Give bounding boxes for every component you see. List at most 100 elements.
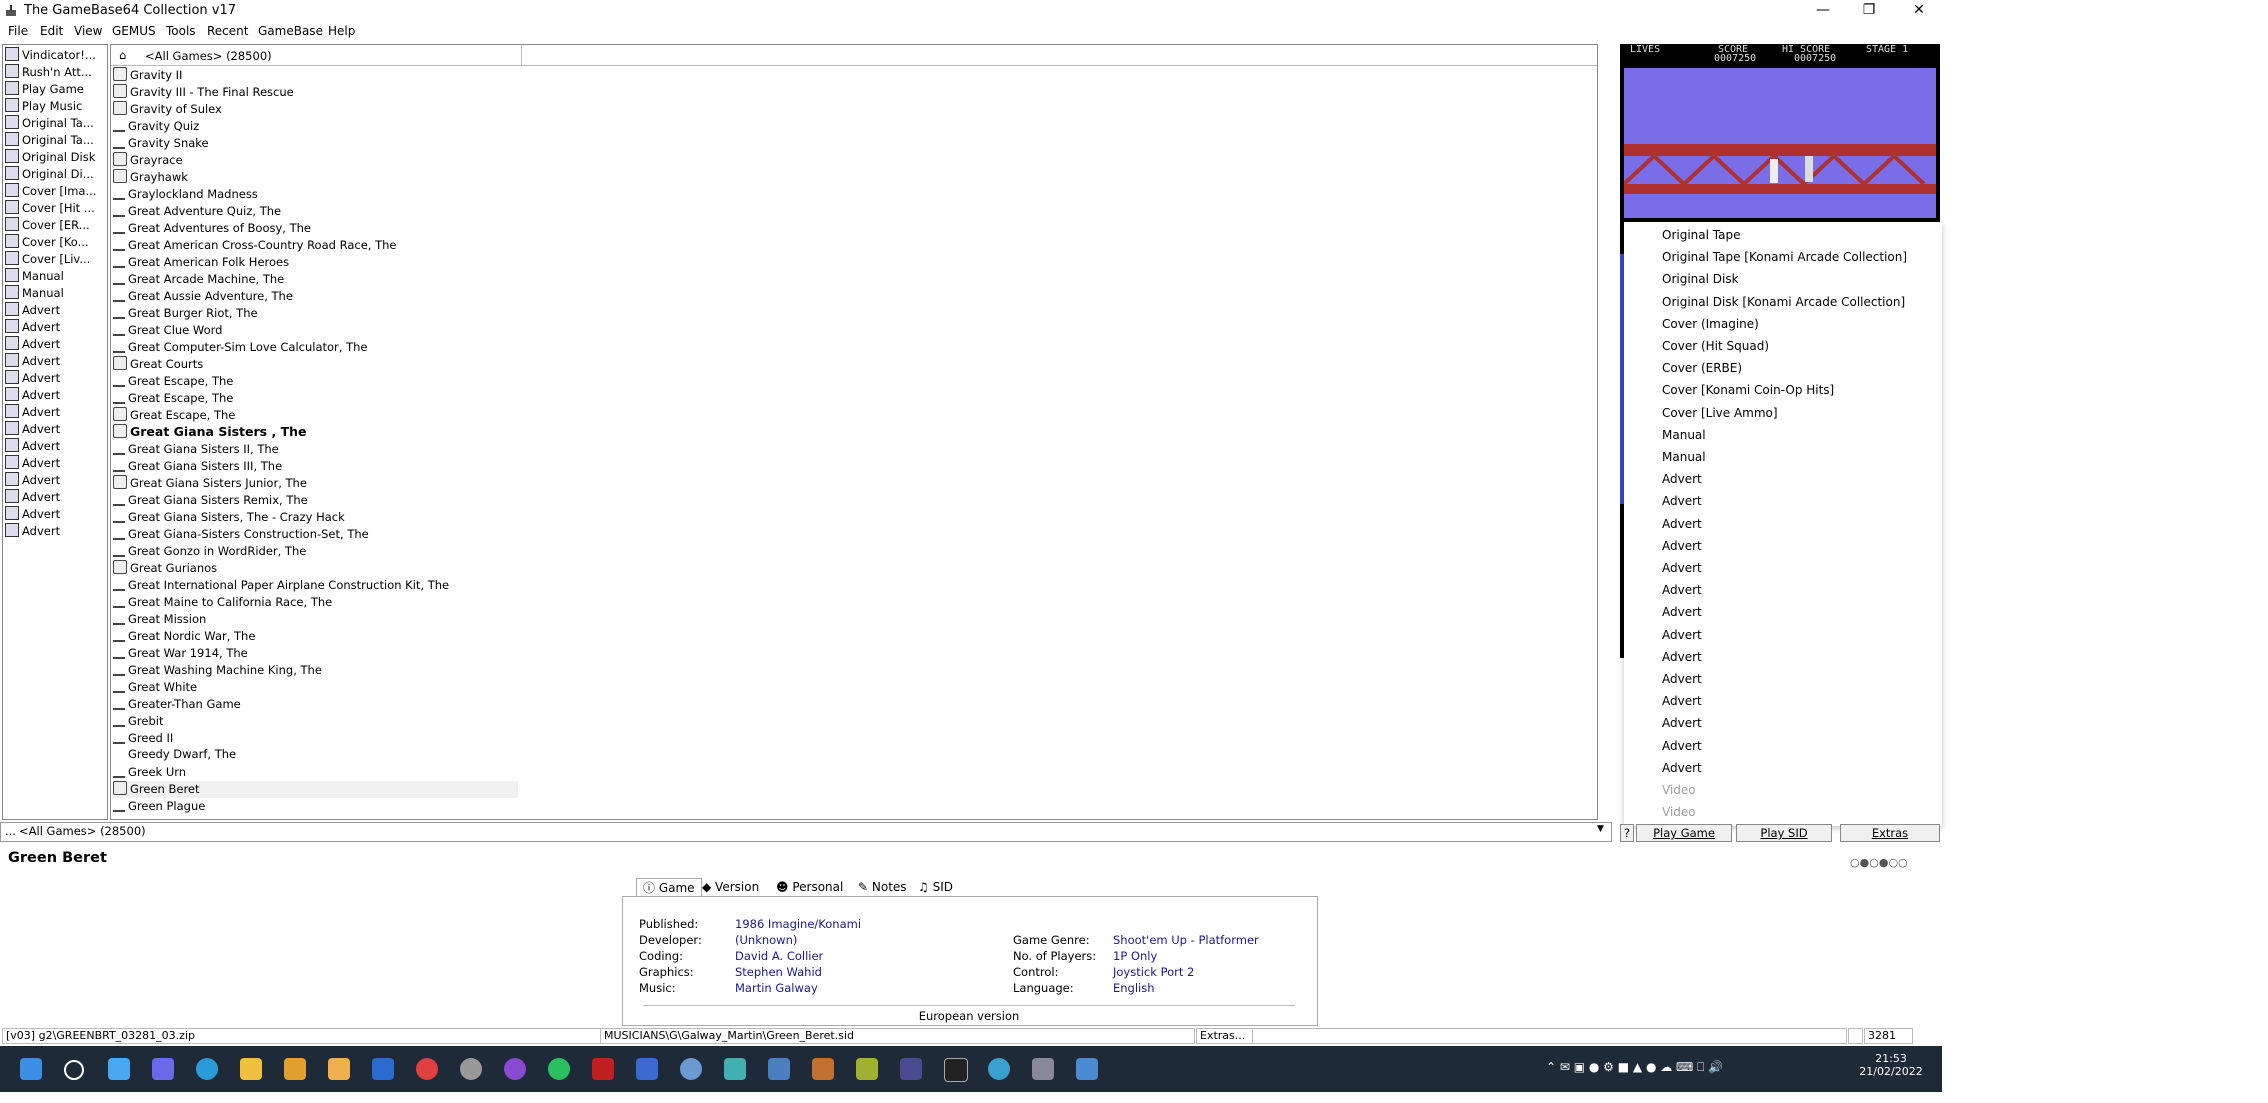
extras-list-item[interactable]: Manual bbox=[5, 268, 64, 285]
play-game-button[interactable]: Play Game bbox=[1636, 824, 1732, 842]
favorite-icon[interactable]: ● bbox=[1879, 856, 1889, 869]
spotify-icon[interactable] bbox=[548, 1058, 570, 1080]
extras-list-item[interactable]: Original Di... bbox=[5, 166, 94, 183]
extras-list-item[interactable]: Play Game bbox=[5, 81, 84, 98]
extras-menu-item[interactable]: Advert bbox=[1662, 624, 1702, 646]
maximize-button[interactable]: ❐ bbox=[1846, 0, 1892, 22]
file-explorer-icon[interactable] bbox=[240, 1058, 262, 1080]
extras-list-item[interactable]: Advert bbox=[5, 387, 60, 404]
search-icon[interactable] bbox=[64, 1060, 84, 1080]
game-row[interactable]: Gravity Snake bbox=[113, 135, 209, 152]
game-row[interactable]: Great Adventures of Boosy, The bbox=[113, 220, 311, 237]
game-row[interactable]: Grebit bbox=[113, 713, 163, 730]
tab-sid[interactable]: ♫ SID bbox=[912, 878, 959, 896]
task-view-icon[interactable] bbox=[108, 1058, 130, 1080]
info-icon[interactable]: ○ bbox=[1888, 856, 1898, 869]
game-row[interactable]: Greedy Dwarf, The bbox=[113, 747, 236, 764]
rating-icon[interactable]: ● bbox=[1860, 856, 1870, 869]
monitor-icon[interactable] bbox=[724, 1058, 746, 1080]
prev-icon[interactable]: ○ bbox=[1850, 856, 1860, 869]
extras-list-item[interactable]: Original Ta... bbox=[5, 115, 94, 132]
game-row[interactable]: Grayhawk bbox=[113, 169, 188, 186]
list-scroll-thumb[interactable] bbox=[1597, 335, 1598, 353]
game-row[interactable]: Great Giana Sisters, The - Crazy Hack bbox=[113, 509, 345, 526]
extras-menu-item[interactable]: Advert bbox=[1662, 690, 1702, 712]
edge-icon[interactable] bbox=[196, 1058, 218, 1080]
extras-list-item[interactable]: Cover [ER... bbox=[5, 217, 90, 234]
help-button[interactable]: ? bbox=[1620, 824, 1634, 842]
game-row[interactable]: Great Giana Sisters III, The bbox=[113, 458, 282, 475]
extras-menu-item[interactable]: Advert bbox=[1662, 579, 1702, 601]
game-row[interactable]: Great Escape, The bbox=[113, 373, 233, 390]
extras-list-item[interactable]: Original Ta... bbox=[5, 132, 94, 149]
extras-list-item[interactable]: Cover [Hit ... bbox=[5, 200, 95, 217]
filter-more-button[interactable]: ... bbox=[5, 824, 16, 838]
extras-menu-item[interactable]: Cover [Live Ammo] bbox=[1662, 402, 1778, 424]
game-row[interactable]: Great Aussie Adventure, The bbox=[113, 288, 293, 305]
extras-menu-item[interactable]: Advert bbox=[1662, 535, 1702, 557]
extras-list-item[interactable]: Advert bbox=[5, 472, 60, 489]
game-row[interactable]: Great Gurianos bbox=[113, 560, 217, 577]
menu-tools[interactable]: Tools bbox=[166, 24, 196, 38]
game-row[interactable]: Great Giana Sisters Junior, The bbox=[113, 475, 307, 492]
developer-value[interactable]: (Unknown) bbox=[735, 933, 797, 947]
tab-game[interactable]: ⓘ Game bbox=[636, 878, 702, 897]
network-icon[interactable] bbox=[680, 1058, 702, 1080]
game-row[interactable]: Gravity II bbox=[113, 67, 182, 84]
menu-gemus[interactable]: GEMUS bbox=[112, 24, 156, 38]
extras-menu-item[interactable]: Cover (Imagine) bbox=[1662, 313, 1759, 335]
filter-bar[interactable]: ... <All Games> (28500) ▼ bbox=[0, 822, 1612, 842]
extras-list-item[interactable]: Advert bbox=[5, 455, 60, 472]
game-row[interactable]: Great Clue Word bbox=[113, 322, 222, 339]
game-row[interactable]: Greek Urn bbox=[113, 764, 186, 781]
play-sid-button[interactable]: Play SID bbox=[1736, 824, 1832, 842]
start-icon[interactable] bbox=[20, 1058, 42, 1080]
menu-file[interactable]: File bbox=[8, 24, 28, 38]
game-row[interactable]: Great Arcade Machine, The bbox=[113, 271, 284, 288]
music-value[interactable]: Martin Galway bbox=[735, 981, 818, 995]
extras-list-item[interactable]: Advert bbox=[5, 506, 60, 523]
extras-list-item[interactable]: Advert bbox=[5, 404, 60, 421]
extras-menu-item[interactable]: Advert bbox=[1662, 513, 1702, 535]
game-row[interactable]: Greed II bbox=[113, 730, 173, 747]
menu-edit[interactable]: Edit bbox=[40, 24, 63, 38]
coding-value[interactable]: David A. Collier bbox=[735, 949, 823, 963]
media-icon[interactable] bbox=[504, 1058, 526, 1080]
extras-list-item[interactable]: Rush'n Att... bbox=[5, 64, 92, 81]
game-row[interactable]: Great Giana Sisters Remix, The bbox=[113, 492, 308, 509]
extras-list-item[interactable]: Advert bbox=[5, 523, 60, 540]
star-icon[interactable]: ○ bbox=[1869, 856, 1879, 869]
clock[interactable]: 21:53 21/02/2022 bbox=[1856, 1052, 1926, 1078]
extras-menu-item[interactable]: Advert bbox=[1662, 735, 1702, 757]
game-row[interactable]: Greater-Than Game bbox=[113, 696, 241, 713]
app-icon[interactable] bbox=[460, 1058, 482, 1080]
extras-list-item[interactable]: Advert bbox=[5, 438, 60, 455]
extras-list-item[interactable]: Original Disk bbox=[5, 149, 95, 166]
game-row[interactable]: Great International Paper Airplane Const… bbox=[113, 577, 449, 594]
extras-menu-item[interactable]: Original Tape [Konami Arcade Collection] bbox=[1662, 246, 1907, 268]
game-row[interactable]: Great Burger Riot, The bbox=[113, 305, 258, 322]
obs-icon[interactable] bbox=[900, 1058, 922, 1080]
extras-list-item[interactable]: Advert bbox=[5, 489, 60, 506]
extras-list-item[interactable]: Advert bbox=[5, 353, 60, 370]
utility-icon[interactable] bbox=[856, 1058, 878, 1080]
extras-menu-item[interactable]: Cover (Hit Squad) bbox=[1662, 335, 1769, 357]
extras-menu-item[interactable]: Advert bbox=[1662, 601, 1702, 623]
extras-menu-item[interactable]: Advert bbox=[1662, 668, 1702, 690]
game-list[interactable]: ⌂ <All Games> (28500) Gravity II Gravity … bbox=[110, 44, 1598, 820]
game-row[interactable]: Great American Folk Heroes bbox=[113, 254, 289, 271]
outlook-icon[interactable] bbox=[372, 1058, 394, 1080]
extras-list-item[interactable]: Cover [Ko... bbox=[5, 234, 89, 251]
graphics-value[interactable]: Stephen Wahid bbox=[735, 965, 822, 979]
control-value[interactable]: Joystick Port 2 bbox=[1113, 965, 1194, 979]
game-row[interactable]: Great Giana Sisters II, The bbox=[113, 441, 279, 458]
extras-list-item[interactable]: Advert bbox=[5, 336, 60, 353]
tab-notes[interactable]: ✎ Notes bbox=[852, 878, 913, 896]
store-icon[interactable] bbox=[284, 1058, 306, 1080]
menu-view[interactable]: View bbox=[74, 24, 102, 38]
game-row[interactable]: Great Washing Machine King, The bbox=[113, 662, 322, 679]
game-row[interactable]: Gravity Quiz bbox=[113, 118, 199, 135]
game-row[interactable]: Great Mission bbox=[113, 611, 206, 628]
game-row[interactable]: Great Giana-Sisters Construction-Set, Th… bbox=[113, 526, 369, 543]
extras-menu-item[interactable]: Cover [Konami Coin-Op Hits] bbox=[1662, 379, 1834, 401]
